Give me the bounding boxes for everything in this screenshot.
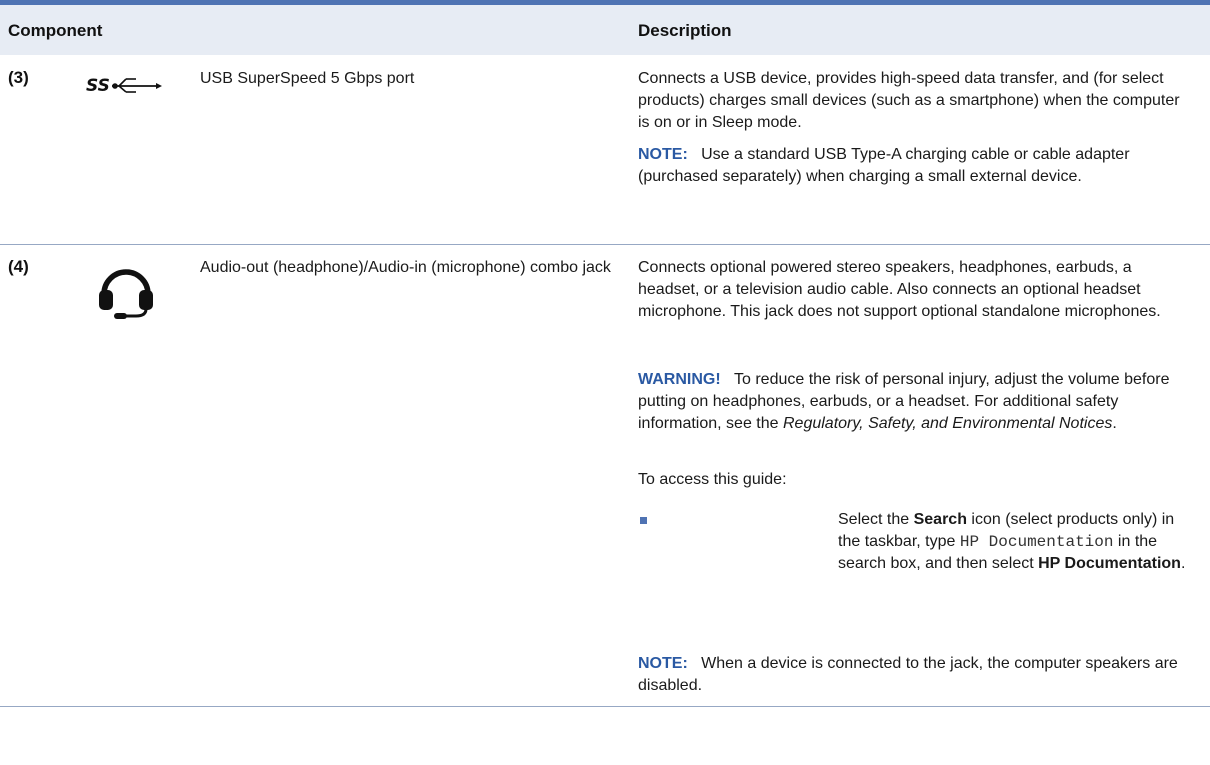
component-description: Connects optional powered stereo speaker… — [638, 259, 1161, 320]
note-text: Use a standard USB Type-A charging cable… — [638, 146, 1130, 185]
warning-end: . — [1112, 415, 1117, 432]
bullet-text-4: . — [1180, 555, 1186, 572]
documentation-term: HP Documentation — [1038, 555, 1181, 572]
note-block: NOTE: Use a standard USB Type-A charging… — [638, 144, 1193, 188]
note-block: NOTE: When a device is connected to the … — [638, 653, 1193, 697]
component-description: Connects a USB device, provides high-spe… — [638, 70, 1180, 131]
guide-title: Regulatory, Safety, and Environmental No… — [782, 415, 1113, 432]
note-label: NOTE: — [638, 655, 688, 672]
usb-ss-label: SS — [86, 76, 110, 96]
warning-label: WARNING! — [638, 371, 721, 388]
note-text: When a device is connected to the jack, … — [638, 655, 1178, 694]
table-header-row: Component Description — [0, 5, 1210, 55]
note-label: NOTE: — [638, 146, 688, 163]
headphone-icon — [96, 262, 156, 325]
row-divider — [0, 244, 1210, 245]
bullet-marker — [640, 517, 647, 524]
warning-block: WARNING! To reduce the risk of personal … — [638, 369, 1193, 435]
usb-superspeed-icon: SS — [86, 74, 164, 101]
row-number: (4) — [8, 257, 29, 276]
header-description: Description — [638, 21, 732, 40]
typed-command: HP Documentation — [959, 533, 1114, 551]
component-name: USB SuperSpeed 5 Gbps port — [200, 70, 415, 87]
header-component: Component — [8, 21, 103, 40]
bullet-item: Select the Search icon (select products … — [838, 509, 1198, 575]
row-number: (3) — [8, 68, 29, 87]
component-name: Audio-out (headphone)/Audio-in (micropho… — [200, 259, 611, 276]
search-term: Search — [913, 511, 967, 528]
bullet-text-1: Select the — [838, 511, 914, 528]
access-intro: To access this guide: — [638, 471, 787, 488]
table-bottom-rule — [0, 706, 1210, 707]
